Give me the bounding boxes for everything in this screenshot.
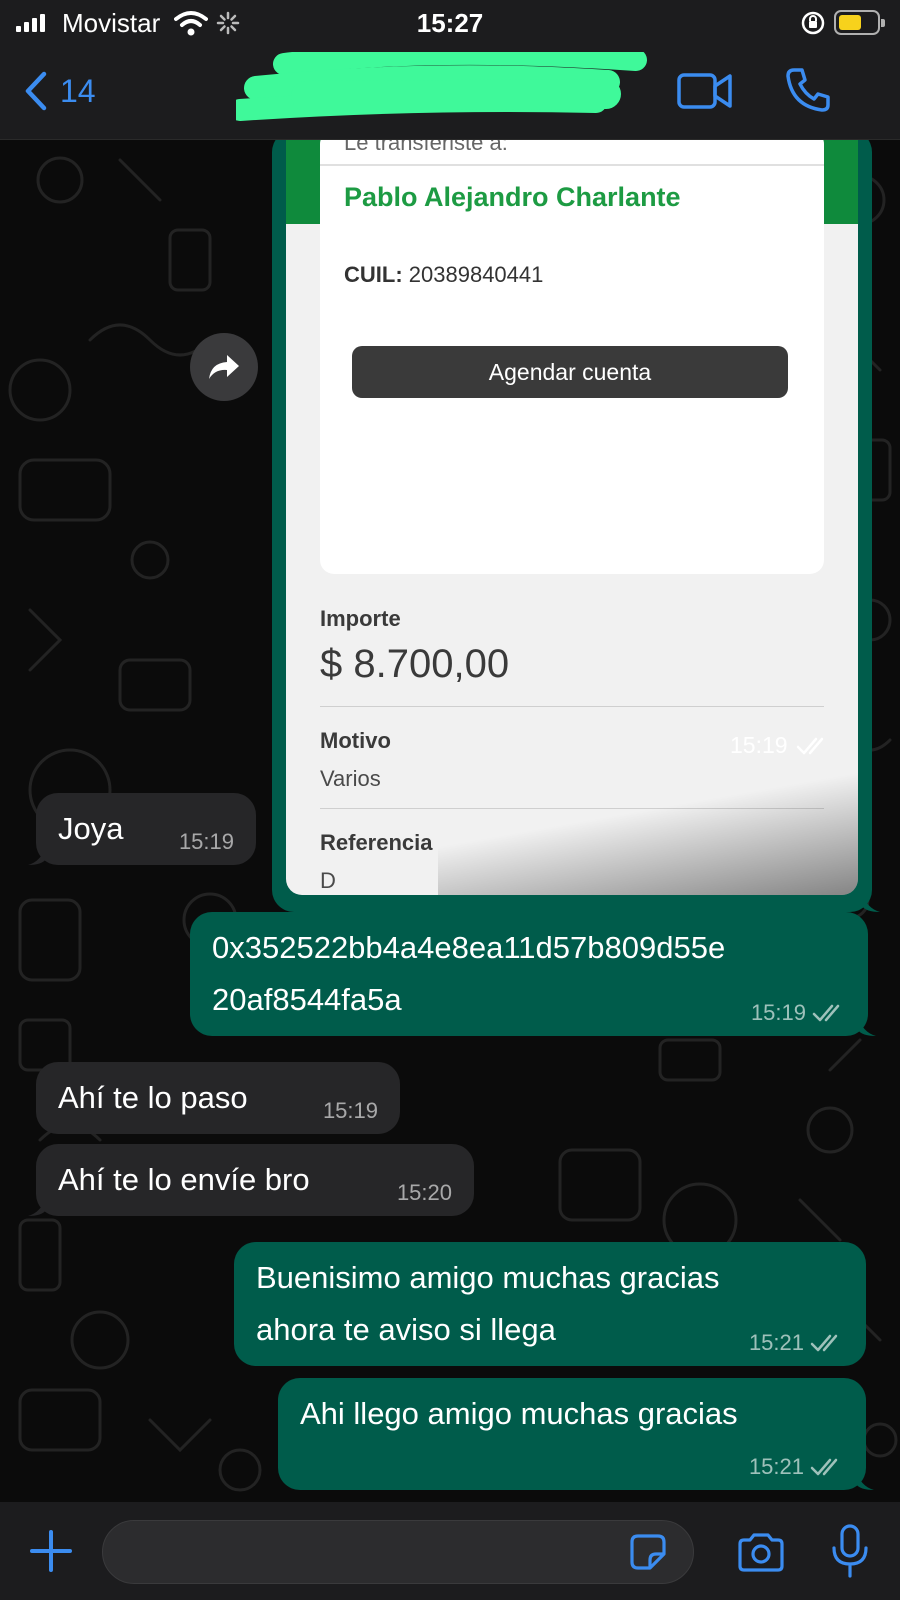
message-time: 15:19 (178, 829, 234, 854)
bubble-tail (856, 1470, 874, 1490)
payee-name: Pablo Alejandro Charlante (344, 182, 681, 212)
message-meta: 15:19 (751, 1000, 846, 1026)
message-input[interactable] (102, 1520, 694, 1584)
double-check-icon (796, 737, 823, 754)
amount-label: Importe (320, 606, 401, 631)
message-text: Ahí te lo envíe bro (58, 1162, 310, 1197)
orientation-lock-icon (801, 11, 825, 35)
message-text: Joya (58, 811, 124, 846)
chat-area[interactable]: Le transferiste a: Pablo Alejandro Charl… (0, 140, 900, 1502)
receipt-card: Le transferiste a: Pablo Alejandro Charl… (320, 140, 824, 574)
message-meta: 15:19 (730, 732, 830, 759)
double-check-icon (810, 1458, 838, 1476)
chat-header: 14 +5 (0, 46, 900, 140)
message-time: 15:21 (748, 1454, 804, 1479)
incoming-message[interactable]: Ahí te lo envíe bro 15:20 (28, 1144, 474, 1216)
transfer-receipt-image[interactable]: Le transferiste a: Pablo Alejandro Charl… (286, 140, 858, 895)
amount-value: $ 8.700,00 (320, 642, 510, 686)
incoming-message[interactable]: Joya 15:19 (28, 793, 256, 865)
status-time: 15:27 (416, 8, 484, 38)
forward-button[interactable] (190, 333, 258, 401)
bubble-tail (28, 1196, 46, 1216)
message-text: Buenisimo amigo muchas gracias ahora te … (256, 1260, 720, 1347)
redaction-scribble (236, 52, 647, 121)
schedule-account-button: Agendar cuenta (352, 346, 788, 398)
message-time: 15:21 (748, 1330, 804, 1355)
message-text: Ahí te lo paso (58, 1080, 248, 1115)
message-time: 15:19 (750, 1000, 806, 1025)
divider (320, 164, 824, 166)
double-check-icon (812, 1004, 840, 1022)
bubble-tail (862, 892, 880, 912)
bubble-tail (858, 1016, 876, 1036)
reference-label: Referencia (320, 830, 433, 855)
video-call-icon[interactable] (676, 70, 734, 112)
camera-icon[interactable] (736, 1532, 786, 1574)
back-button[interactable]: 14 (24, 68, 96, 114)
message-time: 15:19 (730, 732, 788, 758)
status-bar: Movistar 15:27 (0, 0, 900, 46)
message-time: 15:19 (322, 1098, 378, 1123)
divider (320, 706, 824, 707)
reason-label: Motivo (320, 728, 391, 753)
reason-value: Varios (320, 766, 381, 791)
cuil-row: CUIL: 20389840441 (344, 262, 543, 288)
battery-level (839, 15, 861, 30)
image-shade (438, 765, 858, 895)
transferred-to-label: Le transferiste a: (344, 140, 508, 155)
message-time: 15:20 (396, 1180, 452, 1205)
input-bar (0, 1502, 900, 1600)
outgoing-message[interactable]: Ahi llego amigo muchas gracias 15:21 (278, 1378, 874, 1490)
microphone-icon[interactable] (830, 1524, 870, 1580)
outgoing-message[interactable]: 0x352522bb4a4e8ea11d57b809d55e 20af8544f… (190, 912, 876, 1036)
message-text: 0x352522bb4a4e8ea11d57b809d55e 20af8544f… (212, 930, 726, 1017)
plus-icon[interactable] (28, 1528, 74, 1574)
message-text: Ahi llego amigo muchas gracias (300, 1396, 738, 1431)
phone-icon[interactable] (784, 66, 832, 114)
chevron-left-icon (25, 71, 47, 111)
forward-arrow-icon (209, 355, 239, 379)
double-check-icon (810, 1334, 838, 1352)
battery-icon (834, 10, 885, 35)
cuil-value: 20389840441 (408, 262, 544, 287)
unread-count: 14 (60, 72, 96, 109)
reference-value: D (320, 868, 336, 893)
incoming-message[interactable]: Ahí te lo paso 15:19 (36, 1062, 400, 1134)
outgoing-message[interactable]: Buenisimo amigo muchas gracias ahora te … (234, 1242, 866, 1366)
message-meta: 15:21 (749, 1454, 844, 1480)
sticker-icon[interactable] (630, 1534, 666, 1570)
bubble-tail (28, 845, 46, 865)
cuil-label: CUIL: (344, 262, 403, 287)
message-meta: 15:21 (749, 1330, 844, 1356)
